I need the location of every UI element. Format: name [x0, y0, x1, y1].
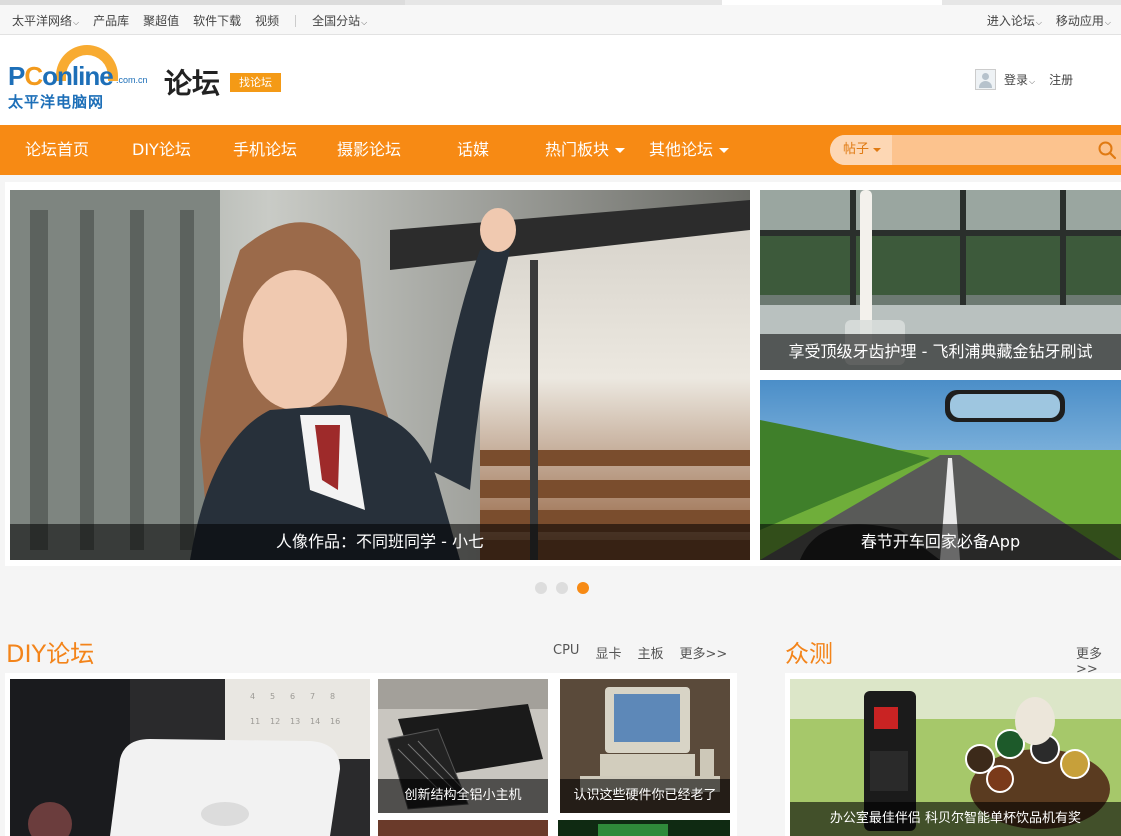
header: PConline .com.cn 太平洋电脑网 论坛 找论坛 登录⌵ 注册	[0, 35, 1121, 125]
logo-wordmark: PConline	[8, 61, 114, 91]
chevron-down-icon: ⌵	[1029, 77, 1036, 86]
review-section-links: 更多>>	[1076, 643, 1121, 677]
side-slide-1-caption: 享受顶级牙齿护理 - 飞利浦典藏金钻牙刷试	[760, 334, 1121, 370]
find-forum-button[interactable]: 找论坛	[230, 73, 281, 92]
caret-down-icon	[615, 148, 626, 153]
page-title: 论坛	[164, 67, 221, 100]
diy-card-2[interactable]: 认识这些硬件你已经老了	[560, 679, 730, 813]
svg-text:11: 11	[250, 717, 260, 726]
review-card-caption: 办公室最佳伴侣 科贝尔智能单杯饮品机有奖	[790, 802, 1121, 836]
region-menu[interactable]: 全国分站⌵	[312, 12, 367, 29]
diy-card-1-caption: 创新结构全铝小主机	[378, 779, 548, 813]
diy-card-main[interactable]: 4 5 6 7 8 11 12 13 14 16	[10, 679, 370, 836]
diy-panel: 4 5 6 7 8 11 12 13 14 16 创新结构全铝小主机 认识这些硬件你已经老了	[5, 673, 737, 836]
top-bar-right: 进入论坛⌵ 移动应用⌵	[987, 12, 1111, 29]
divider	[295, 14, 297, 27]
diy-card-3[interactable]	[378, 820, 548, 836]
diy-card-4[interactable]	[558, 820, 730, 836]
logo-chinese: 太平洋电脑网	[8, 93, 105, 111]
top-bar-left: 太平洋网络⌵ 产品库 聚超值 软件下载 视频 全国分站⌵	[12, 12, 367, 29]
chevron-down-icon: ⌵	[1104, 18, 1111, 27]
product-link[interactable]: 产品库	[93, 12, 129, 29]
nav-huamei[interactable]: 话媒	[457, 125, 489, 175]
slider-dot-3[interactable]	[577, 582, 589, 594]
photo-thumbnail	[558, 820, 730, 836]
diy-more-link[interactable]: 更多>>	[679, 643, 727, 662]
search-box: 帖子	[830, 135, 1121, 165]
network-menu[interactable]: 太平洋网络⌵	[12, 12, 79, 29]
review-panel: 办公室最佳伴侣 科贝尔智能单杯饮品机有奖	[785, 673, 1121, 836]
enter-forum-menu[interactable]: 进入论坛⌵	[987, 12, 1042, 29]
top-strip	[0, 0, 1121, 5]
search-input[interactable]	[894, 135, 1094, 165]
chevron-down-icon: ⌵	[73, 18, 80, 27]
side-slide-2[interactable]: 春节开车回家必备App	[760, 380, 1121, 560]
main-slide-caption: 人像作品：不同班同学 - 小七	[10, 524, 750, 560]
logo-domain: .com.cn	[116, 75, 148, 85]
svg-text:14: 14	[310, 717, 320, 726]
site-logo[interactable]: PConline .com.cn 太平洋电脑网	[6, 43, 156, 117]
svg-text:12: 12	[270, 717, 280, 726]
caret-down-icon	[873, 147, 882, 152]
diy-link-gpu[interactable]: 显卡	[595, 643, 621, 662]
avatar-icon	[975, 69, 996, 90]
register-link[interactable]: 注册	[1049, 71, 1073, 88]
router-photo: 4 5 6 7 8 11 12 13 14 16	[10, 679, 370, 836]
software-link[interactable]: 软件下载	[193, 12, 241, 29]
side-slide-2-caption: 春节开车回家必备App	[760, 524, 1121, 560]
nav-forum-home[interactable]: 论坛首页	[25, 125, 89, 175]
nav-photo[interactable]: 摄影论坛	[337, 125, 401, 175]
featured-slider: 人像作品：不同班同学 - 小七 享受顶级牙齿护理 - 飞利浦典藏金钻牙刷试 春节…	[5, 182, 1121, 566]
diy-link-cpu[interactable]: CPU	[553, 643, 579, 662]
mobile-app-menu[interactable]: 移动应用⌵	[1056, 12, 1111, 29]
svg-text:16: 16	[330, 717, 340, 726]
top-bar: 太平洋网络⌵ 产品库 聚超值 软件下载 视频 全国分站⌵ 进入论坛⌵ 移动应用⌵	[0, 0, 1121, 35]
slider-pagination	[535, 582, 589, 594]
photo-thumbnail	[378, 820, 548, 836]
portrait-photo	[10, 190, 750, 560]
search-icon[interactable]	[1097, 140, 1117, 160]
chevron-down-icon: ⌵	[361, 18, 368, 27]
diy-card-1[interactable]: 创新结构全铝小主机	[378, 679, 548, 813]
login-menu[interactable]: 登录⌵	[1004, 71, 1035, 88]
review-section-title[interactable]: 众测	[785, 634, 833, 669]
svg-text:6: 6	[290, 692, 295, 701]
deals-link[interactable]: 聚超值	[143, 12, 179, 29]
nav-hot-boards[interactable]: 热门板块	[545, 125, 626, 175]
slider-dot-1[interactable]	[535, 582, 547, 594]
video-link[interactable]: 视频	[255, 12, 279, 29]
main-nav: 论坛首页 DIY论坛 手机论坛 摄影论坛 话媒 热门板块 其他论坛 帖子	[0, 125, 1121, 175]
nav-mobile[interactable]: 手机论坛	[233, 125, 297, 175]
svg-text:4: 4	[250, 692, 255, 701]
review-more-link[interactable]: 更多>>	[1076, 643, 1121, 677]
svg-text:5: 5	[270, 692, 275, 701]
svg-text:7: 7	[310, 692, 315, 701]
user-area: 登录⌵ 注册	[975, 69, 1073, 90]
nav-other-forums[interactable]: 其他论坛	[649, 125, 730, 175]
main-slide[interactable]: 人像作品：不同班同学 - 小七	[10, 190, 750, 560]
diy-section-links: CPU 显卡 主板 更多>>	[553, 643, 727, 662]
diy-link-motherboard[interactable]: 主板	[637, 643, 663, 662]
svg-text:13: 13	[290, 717, 300, 726]
diy-section-title[interactable]: DIY论坛	[6, 634, 94, 669]
nav-diy[interactable]: DIY论坛	[132, 125, 191, 175]
side-slide-1[interactable]: 享受顶级牙齿护理 - 飞利浦典藏金钻牙刷试	[760, 190, 1121, 370]
caret-down-icon	[719, 148, 730, 153]
chevron-down-icon: ⌵	[1035, 18, 1042, 27]
diy-card-2-caption: 认识这些硬件你已经老了	[560, 779, 730, 813]
review-card[interactable]: 办公室最佳伴侣 科贝尔智能单杯饮品机有奖	[790, 679, 1121, 836]
search-scope-select[interactable]: 帖子	[830, 135, 892, 165]
slider-dot-2[interactable]	[556, 582, 568, 594]
svg-text:8: 8	[330, 692, 335, 701]
